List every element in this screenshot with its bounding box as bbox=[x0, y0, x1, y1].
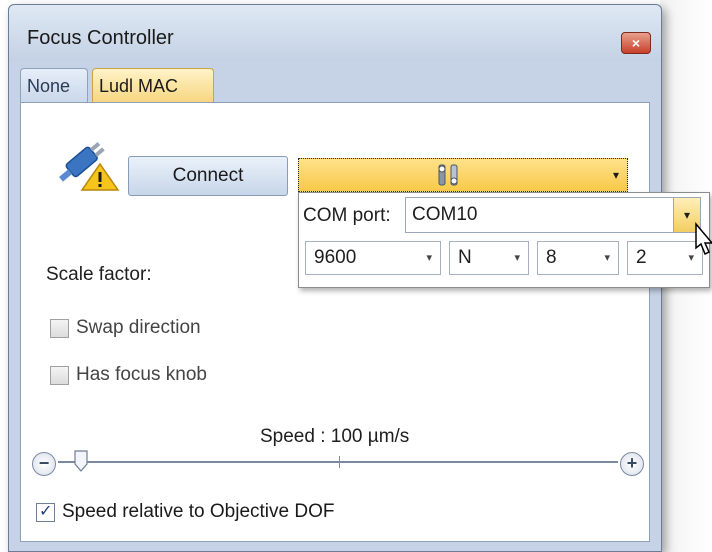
has-focus-knob-label: Has focus knob bbox=[76, 364, 207, 385]
checkbox-checked-box[interactable] bbox=[36, 501, 55, 522]
data-bits-select[interactable]: 8 ▾ bbox=[537, 241, 619, 275]
port-settings-combo[interactable]: ▾ bbox=[298, 158, 628, 192]
chevron-down-icon: ▾ bbox=[426, 252, 432, 264]
tab-strip: None Ludl MAC bbox=[20, 66, 650, 104]
scale-factor-label: Scale factor: bbox=[46, 264, 152, 285]
speed-slider-thumb[interactable] bbox=[74, 450, 88, 472]
speed-label: Speed : 100 µm/s bbox=[260, 426, 410, 447]
chevron-down-icon: ▾ bbox=[683, 208, 691, 222]
speed-slider-track[interactable] bbox=[58, 461, 618, 463]
tools-icon bbox=[438, 164, 458, 186]
window-title: Focus Controller bbox=[27, 27, 174, 49]
tab-none[interactable]: None bbox=[20, 68, 88, 103]
speed-increase-button[interactable]: + bbox=[620, 452, 644, 476]
plug-warning-icon bbox=[59, 142, 120, 191]
baud-rate-value: 9600 bbox=[314, 247, 357, 268]
com-port-label: COM port: bbox=[303, 205, 391, 226]
close-icon: × bbox=[631, 35, 641, 51]
stop-bits-value: 2 bbox=[636, 247, 647, 268]
title-bar[interactable]: Focus Controller × bbox=[9, 5, 661, 61]
tab-ludl-mac[interactable]: Ludl MAC bbox=[92, 68, 214, 103]
chevron-down-icon: ▾ bbox=[514, 252, 520, 264]
com-port-value: COM10 bbox=[412, 204, 478, 225]
parity-select[interactable]: N ▾ bbox=[449, 241, 529, 275]
port-settings-dropdown: COM port: COM10 ▾ 9600 ▾ N ▾ 8 ▾ 2 ▾ bbox=[298, 192, 710, 288]
data-bits-value: 8 bbox=[546, 247, 557, 268]
parity-value: N bbox=[458, 247, 472, 268]
speed-relative-dof-label: Speed relative to Objective DOF bbox=[62, 501, 335, 522]
swap-direction-label: Swap direction bbox=[76, 317, 201, 338]
close-button[interactable]: × bbox=[621, 32, 651, 54]
chevron-down-icon: ▾ bbox=[604, 252, 610, 264]
checkbox-box[interactable] bbox=[50, 319, 69, 338]
mouse-pointer-icon bbox=[695, 222, 712, 256]
checkbox-box[interactable] bbox=[50, 366, 69, 385]
speed-decrease-button[interactable]: − bbox=[32, 452, 56, 476]
baud-rate-select[interactable]: 9600 ▾ bbox=[305, 241, 441, 275]
plus-icon: + bbox=[626, 453, 638, 473]
chevron-down-icon: ▾ bbox=[612, 168, 619, 182]
speed-slider-center-tick bbox=[339, 456, 340, 468]
connect-button[interactable]: Connect bbox=[128, 156, 288, 196]
com-port-select[interactable]: COM10 ▾ bbox=[405, 197, 701, 233]
minus-icon: − bbox=[38, 453, 50, 473]
